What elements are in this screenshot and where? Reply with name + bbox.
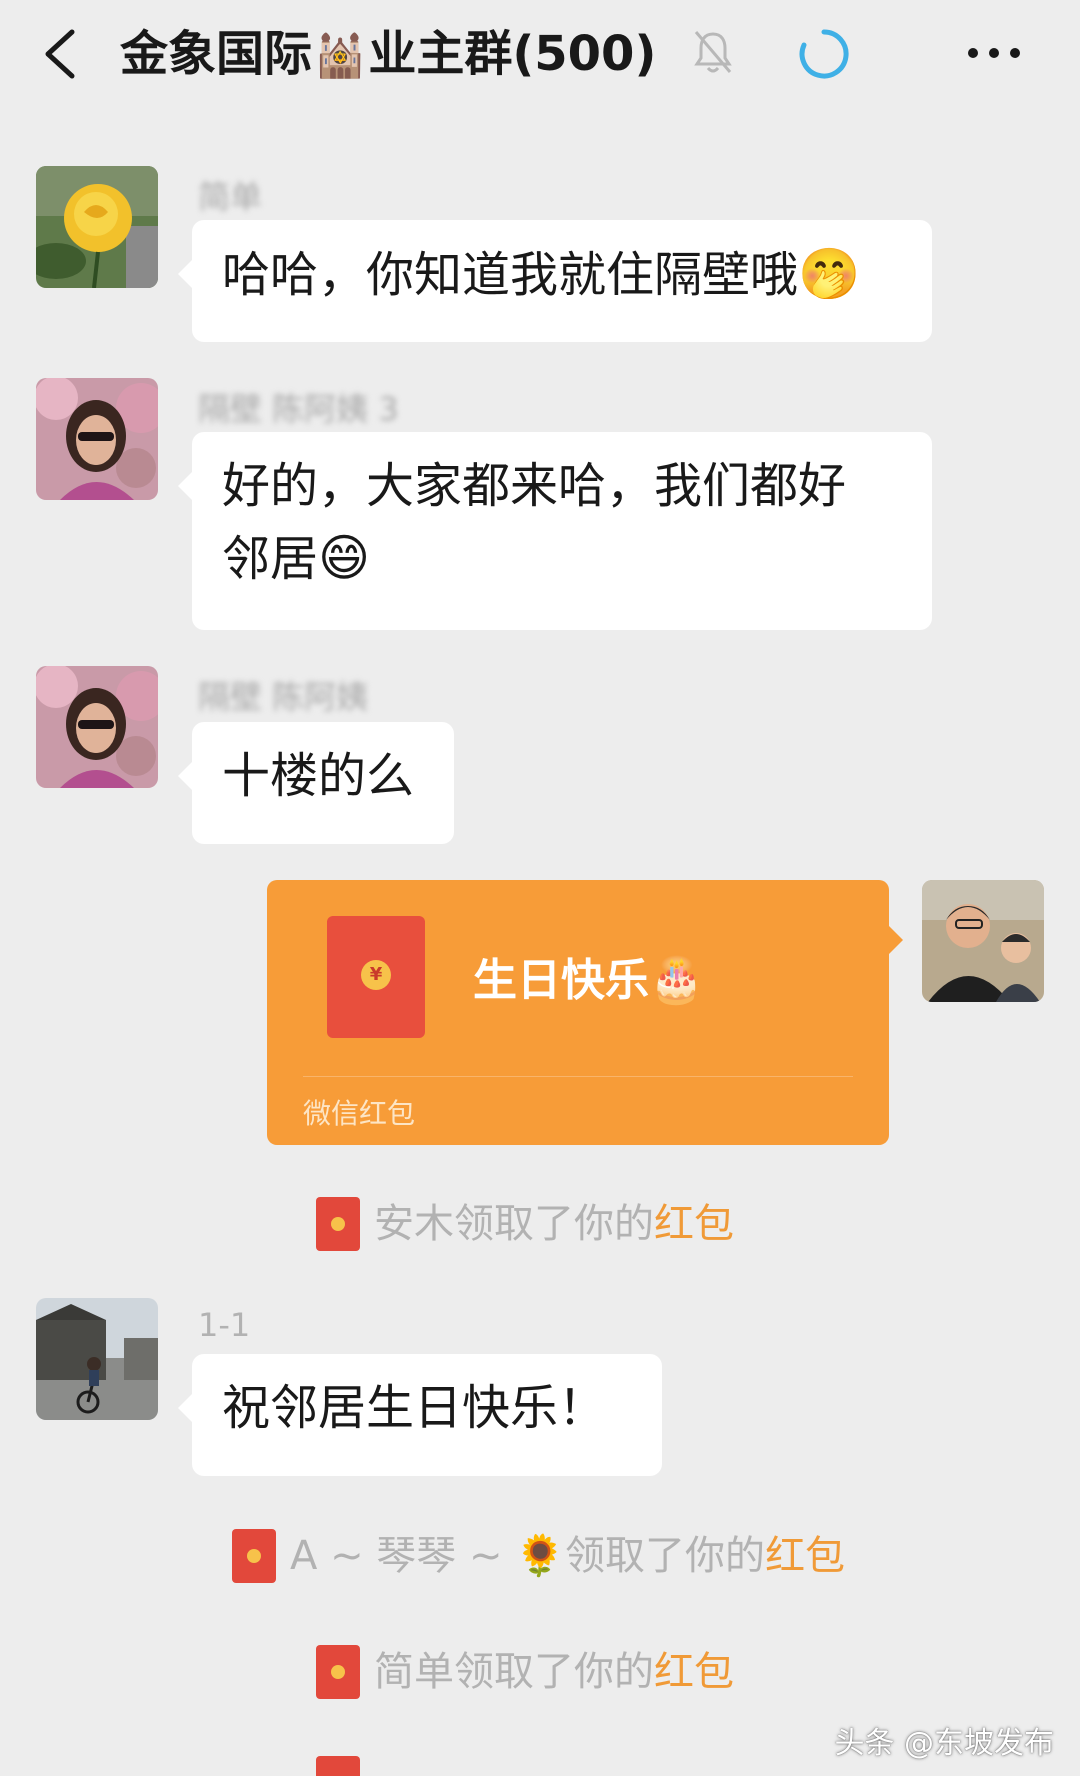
message-bubble[interactable]: 祝邻居生日快乐！ — [178, 1354, 662, 1476]
loading-icon — [799, 29, 849, 79]
message-text-line1: 好的，大家都来哈，我们都好 — [222, 458, 847, 514]
woman-blossom-avatar-icon — [36, 666, 158, 788]
cyclist-avatar-icon — [36, 1298, 158, 1420]
face-with-hand-over-mouth-emoji-icon: 🤭 — [798, 245, 861, 303]
red-packet-label: 微信红包 — [303, 1097, 416, 1130]
message-text: 哈哈，你知道我就住隔壁哦 — [222, 247, 799, 303]
message-text: 十楼的么 — [222, 748, 415, 804]
message-text-line2: 邻居 — [222, 531, 319, 587]
birthday-cake-emoji-icon: 🎂 — [649, 955, 704, 1006]
yen-coin-icon: ¥ — [361, 960, 391, 990]
red-packet-title: 生日快乐🎂 — [473, 944, 704, 1008]
sender-name: 隔壁 陈阿姨 — [198, 678, 369, 716]
avatar-rose[interactable] — [36, 166, 158, 288]
message-bubble[interactable]: 好的，大家都来哈，我们都好 邻居😄 — [178, 432, 932, 630]
red-packet-link[interactable]: 红包 — [654, 1201, 734, 1247]
sender-name: 1-1 — [198, 1306, 251, 1344]
grinning-face-emoji-icon: 😄 — [318, 529, 371, 587]
notice-text: 简单领取了你的 — [374, 1649, 654, 1695]
watermark: 头条 @东坡发布 — [834, 1726, 1054, 1761]
sender-name: 简单 — [198, 178, 263, 216]
yellow-rose-avatar-icon — [36, 166, 158, 288]
father-son-avatar-icon — [922, 880, 1044, 1002]
red-packet-message[interactable]: ¥ 生日快乐🎂 微信红包 — [267, 880, 903, 1145]
back-icon[interactable] — [40, 28, 80, 80]
red-envelope-icon: ¥ — [327, 916, 425, 1038]
sender-name: 隔壁 陈阿姨 3 — [198, 390, 399, 428]
group-title-prefix: 金象国际 — [120, 26, 313, 82]
woman-blossom-avatar-icon — [36, 378, 158, 500]
group-title[interactable]: 金象国际🕍业主群(500) — [120, 18, 656, 90]
notice-text: 安木领取了你的 — [374, 1201, 654, 1247]
next-notice-partial — [316, 1756, 360, 1776]
chat-header: 金象国际🕍业主群(500) — [0, 0, 1080, 112]
red-packet-icon — [316, 1645, 360, 1699]
bell-off-icon — [694, 31, 732, 73]
more-icon[interactable] — [966, 46, 1022, 60]
red-packet-icon — [232, 1529, 276, 1583]
avatar-self[interactable] — [922, 880, 1044, 1002]
avatar-cyclist[interactable] — [36, 1298, 158, 1420]
red-packet-title-text: 生日快乐 — [473, 955, 649, 1006]
message-bubble[interactable]: 哈哈，你知道我就住隔壁哦🤭 — [178, 220, 932, 342]
red-packet-link[interactable]: 红包 — [765, 1533, 845, 1579]
red-packet-icon — [316, 1197, 360, 1251]
red-packet-claimed-notice: A ~ 琴琴 ~ 🌻领取了你的红包 — [232, 1528, 845, 1584]
red-packet-claimed-notice: 简单领取了你的红包 — [316, 1644, 734, 1700]
red-packet-divider — [303, 1076, 853, 1077]
synagogue-emoji-icon: 🕍 — [314, 31, 367, 80]
red-packet-claimed-notice: 安木领取了你的红包 — [316, 1196, 734, 1252]
message-text: 祝邻居生日快乐！ — [222, 1380, 607, 1436]
avatar-woman[interactable] — [36, 666, 158, 788]
message-bubble[interactable]: 十楼的么 — [178, 722, 454, 844]
group-title-suffix: 业主群(500) — [368, 26, 657, 82]
avatar-woman[interactable] — [36, 378, 158, 500]
red-packet-link[interactable]: 红包 — [654, 1649, 734, 1695]
notice-text: A ~ 琴琴 ~ 🌻领取了你的 — [290, 1533, 766, 1579]
